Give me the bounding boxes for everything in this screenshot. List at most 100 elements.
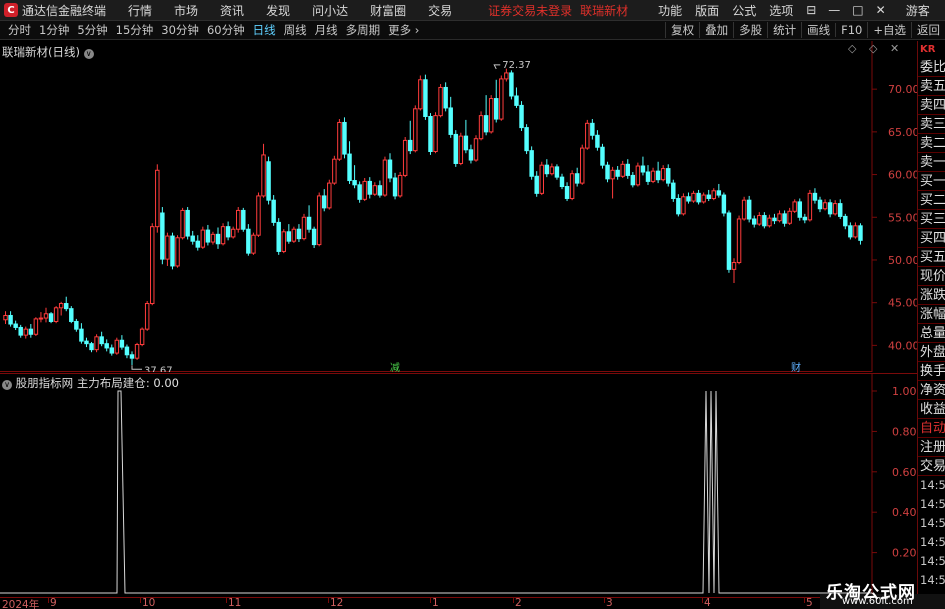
quote-side-panel: KR 委比 卖五 卖四 卖三 卖二 卖一 买一 买二 买三 买四 买五 现价 涨跌 涨幅 总量 外盘 换手 净资收… xyxy=(917,41,945,609)
tool-adjust[interactable]: 复权 xyxy=(665,22,699,38)
close-icon[interactable]: ✕ xyxy=(876,3,886,17)
period-monthly[interactable]: 月线 xyxy=(315,22,338,38)
app-title: 通达信金融终端 xyxy=(22,3,107,18)
menu-wealth[interactable]: 财富圈 xyxy=(370,2,406,19)
candle-body xyxy=(696,192,701,203)
maximize-icon[interactable]: □ xyxy=(852,3,863,17)
date-tick-mark xyxy=(702,598,703,603)
candle-body xyxy=(655,170,661,181)
candle-body xyxy=(301,216,307,240)
candle-body xyxy=(519,104,524,129)
tick-time: 14:55 xyxy=(920,516,945,530)
candle-body xyxy=(499,78,504,120)
restore-window-icon[interactable]: ⊟ xyxy=(806,3,816,17)
candle-body xyxy=(342,121,347,155)
period-more[interactable]: 更多 › xyxy=(388,22,419,38)
quote-row: 买四 xyxy=(918,231,945,248)
quote-row: 卖四 xyxy=(918,98,945,115)
chart-title[interactable]: 联瑞新材(日线) ∨ xyxy=(2,44,94,60)
period-daily[interactable]: 日线 xyxy=(253,22,276,38)
date-tick-mark xyxy=(804,598,805,603)
date-axis: 2024年 9 10 11 12 1 2 3 4 5 xyxy=(0,597,917,609)
quote-row[interactable]: 自动 xyxy=(918,419,945,438)
candle-body xyxy=(529,150,534,177)
tool-add-watchlist[interactable]: +自选 xyxy=(867,22,911,38)
candle-body xyxy=(114,339,120,354)
close-panel-icon[interactable]: ✕ xyxy=(890,42,899,55)
menu-ask[interactable]: 问小达 xyxy=(312,2,348,19)
candle-body xyxy=(58,303,64,309)
candle-body xyxy=(256,195,261,236)
quote-rows: 委比 卖五 卖四 卖三 卖二 卖一 买一 买二 买三 买四 买五 现价 涨跌 涨幅 总量 外盘 换手 净资 收益 自动… xyxy=(918,58,945,476)
period-30min[interactable]: 30分钟 xyxy=(161,22,199,38)
date-tick-label: 3 xyxy=(606,597,613,609)
guest-user[interactable]: 游客 xyxy=(906,2,930,19)
candle-body xyxy=(38,317,44,320)
menu-quotes[interactable]: 行情 xyxy=(128,2,152,19)
quote-row[interactable]: 注册 xyxy=(918,438,945,457)
candle-body xyxy=(215,233,221,245)
menu-formula[interactable]: 公式 xyxy=(732,2,756,19)
side-panel-header[interactable]: KR xyxy=(918,41,945,58)
tool-back[interactable]: 返回 xyxy=(911,22,945,38)
candle-body xyxy=(200,229,206,248)
menu-market[interactable]: 市场 xyxy=(174,2,198,19)
period-multi[interactable]: 多周期 xyxy=(346,22,381,38)
quote-row: 净资 xyxy=(918,383,945,400)
candle-body xyxy=(190,235,195,242)
candle-body xyxy=(721,194,727,214)
quote-row[interactable]: 交易 xyxy=(918,457,945,476)
period-60min[interactable]: 60分钟 xyxy=(207,22,245,38)
candlestick-chart[interactable]: 70.00 65.00 60.00 55.00 50.00 45.00 40.00 72.3… xyxy=(0,41,945,372)
candle-body xyxy=(832,203,838,215)
indicator-chart[interactable]: 1.00 0.80 0.60 0.40 0.20 xyxy=(0,373,945,597)
date-tick-label: 10 xyxy=(142,597,156,609)
period-5min[interactable]: 5分钟 xyxy=(77,22,107,38)
tool-f10[interactable]: F10 xyxy=(835,23,867,37)
candle-body xyxy=(347,153,352,182)
candle-body xyxy=(615,169,620,177)
candle-body xyxy=(367,180,372,195)
tool-stats[interactable]: 统计 xyxy=(767,22,801,38)
tool-multi-stock[interactable]: 多股 xyxy=(733,22,767,38)
period-15min[interactable]: 15分钟 xyxy=(116,22,154,38)
candle-body xyxy=(762,215,767,227)
period-timeshare[interactable]: 分时 xyxy=(8,22,31,38)
candle-body xyxy=(777,213,782,222)
menu-layout[interactable]: 版面 xyxy=(695,2,719,19)
candle-body xyxy=(640,165,646,173)
menu-function[interactable]: 功能 xyxy=(658,2,682,19)
tick-time: 14:56 xyxy=(920,573,945,587)
candle-body xyxy=(13,323,18,328)
period-1min[interactable]: 1分钟 xyxy=(39,22,69,38)
date-tick-label: 4 xyxy=(704,597,711,609)
candle-body xyxy=(291,228,297,242)
minimize-icon[interactable]: — xyxy=(828,3,840,17)
trade-login-warning[interactable]: 证券交易未登录 xyxy=(488,2,572,19)
candle-body xyxy=(104,343,109,349)
indicator-title[interactable]: ∨ 股朋指标网 主力布局建仓: 0.00 xyxy=(2,375,179,391)
candle-body xyxy=(165,235,170,260)
tool-overlay[interactable]: 叠加 xyxy=(699,22,733,38)
indicator-tick-label: 0.40 xyxy=(892,506,917,519)
quote-row: 总量 xyxy=(918,326,945,343)
candle-body xyxy=(741,199,747,220)
candle-body xyxy=(306,216,312,230)
chart-options-icons[interactable]: ◇ ◇ ✕ xyxy=(848,42,899,55)
menu-discover[interactable]: 发现 xyxy=(266,2,290,19)
quote-row: 卖三 xyxy=(918,117,945,134)
quote-row: 涨跌 xyxy=(918,288,945,305)
period-weekly[interactable]: 周线 xyxy=(284,22,307,38)
candle-body xyxy=(671,182,676,199)
tool-draw[interactable]: 画线 xyxy=(801,22,835,38)
candle-body xyxy=(595,134,600,148)
candle-body xyxy=(423,79,428,117)
candle-body xyxy=(251,234,256,254)
diamond-icon[interactable]: ◇ xyxy=(848,42,856,55)
menu-options[interactable]: 选项 xyxy=(769,2,793,19)
diamond-icon[interactable]: ◇ xyxy=(869,42,877,55)
candle-body xyxy=(559,176,565,188)
candle-body xyxy=(53,307,59,322)
menu-news[interactable]: 资讯 xyxy=(220,2,244,19)
menu-trade[interactable]: 交易 xyxy=(428,2,452,19)
